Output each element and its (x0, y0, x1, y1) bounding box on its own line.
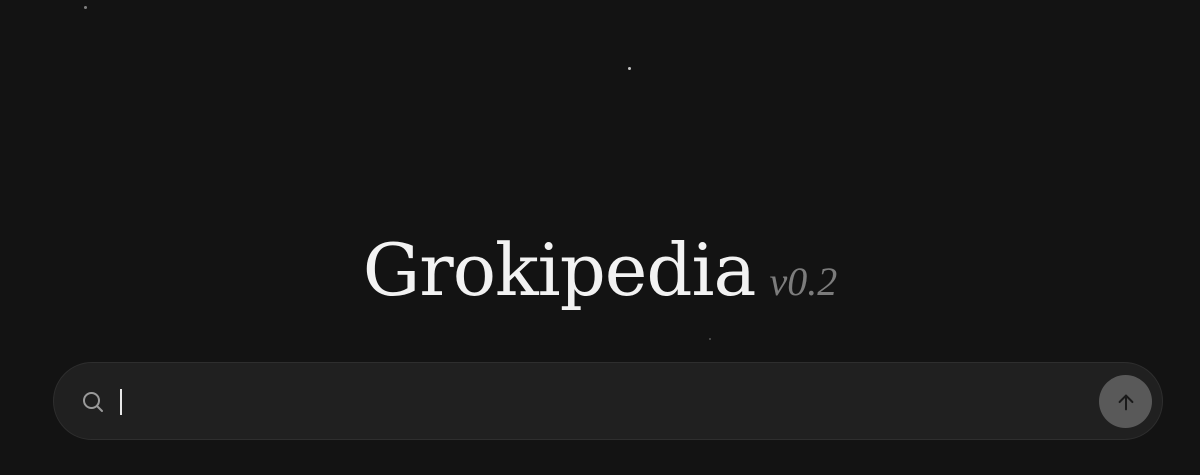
search-icon (83, 392, 103, 412)
search-input[interactable] (126, 381, 1086, 421)
star-decoration (628, 67, 631, 70)
search-bar[interactable] (53, 362, 1163, 440)
arrow-up-icon (1118, 394, 1133, 410)
logo: Grokipedia v0.2 (0, 228, 1200, 312)
logo-title: Grokipedia (362, 228, 757, 312)
submit-search-button[interactable] (1099, 375, 1152, 428)
page: Grokipedia v0.2 (0, 0, 1200, 475)
star-decoration (84, 6, 87, 9)
text-caret (120, 389, 122, 415)
star-decoration (709, 338, 711, 340)
version-label: v0.2 (769, 259, 838, 304)
